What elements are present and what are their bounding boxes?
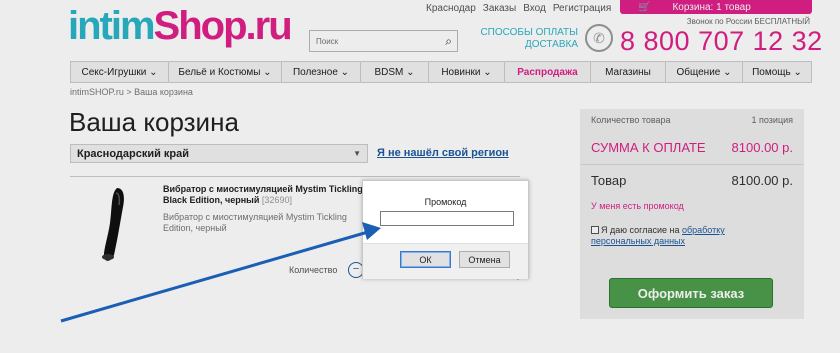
ok-button[interactable]: ОК <box>400 251 451 268</box>
promo-dialog: Промокод ОК Отмена <box>362 180 529 279</box>
cancel-button[interactable]: Отмена <box>459 251 510 268</box>
dialog-title: Промокод <box>424 197 467 207</box>
promo-code-input[interactable] <box>380 211 514 226</box>
modal-overlay <box>0 0 840 353</box>
